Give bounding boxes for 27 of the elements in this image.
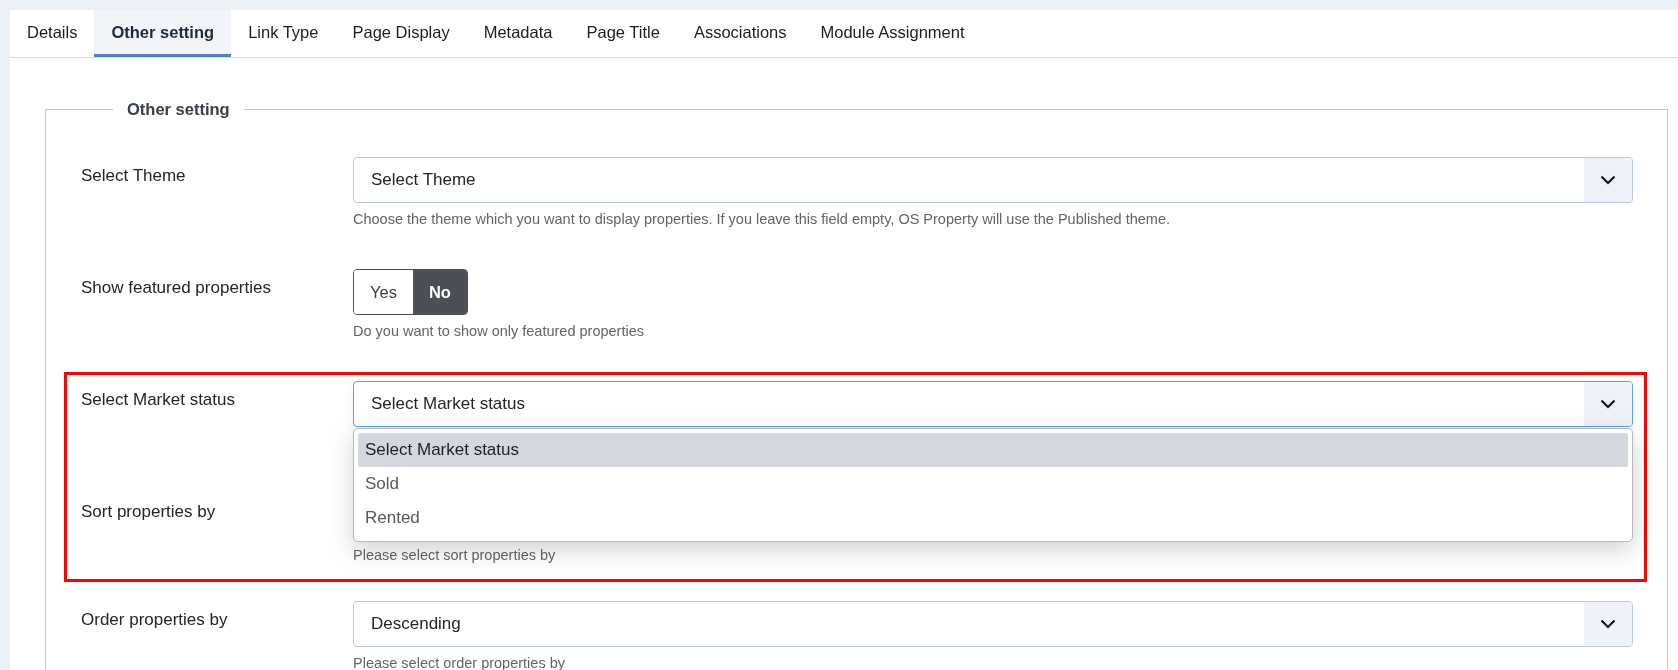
tab[interactable]: Link Type bbox=[231, 10, 336, 57]
tab[interactable]: Other setting bbox=[94, 10, 232, 57]
help-text: Please select sort properties by bbox=[353, 547, 557, 565]
help-text: Choose the theme which you want to display properties. If you leave this field empty, OS Property will use the Published theme. bbox=[353, 211, 1171, 229]
select-field[interactable]: Select Theme bbox=[353, 157, 1633, 203]
dropdown-option[interactable]: Rented bbox=[358, 501, 1628, 535]
field-label: Show featured properties bbox=[81, 277, 272, 299]
chevron-down-icon bbox=[1600, 619, 1616, 629]
field-label: Select Theme bbox=[81, 165, 187, 187]
select-field[interactable]: Descending bbox=[353, 601, 1633, 647]
toggle-option[interactable]: No bbox=[412, 270, 467, 314]
field-label: Select Market status bbox=[81, 389, 236, 411]
chevron-down-icon bbox=[1600, 175, 1616, 185]
tab[interactable]: Metadata bbox=[466, 10, 570, 57]
select-field[interactable]: Select Market status bbox=[353, 381, 1633, 427]
field-label: Order properties by bbox=[81, 609, 229, 631]
field-label: Sort properties by bbox=[81, 501, 217, 523]
help-text: Do you want to show only featured properties bbox=[353, 323, 645, 341]
dropdown-option[interactable]: Select Market status bbox=[358, 433, 1628, 467]
tab[interactable]: Details bbox=[10, 10, 95, 57]
fieldset-legend: Other setting bbox=[113, 100, 244, 119]
tab[interactable]: Page Display bbox=[335, 10, 467, 57]
tab[interactable]: Page Title bbox=[569, 10, 677, 57]
chevron-down-icon bbox=[1600, 399, 1616, 409]
dropdown-option[interactable]: Sold bbox=[358, 467, 1628, 501]
tab[interactable]: Associations bbox=[676, 10, 804, 57]
tab[interactable]: Module Assignment bbox=[803, 10, 982, 57]
